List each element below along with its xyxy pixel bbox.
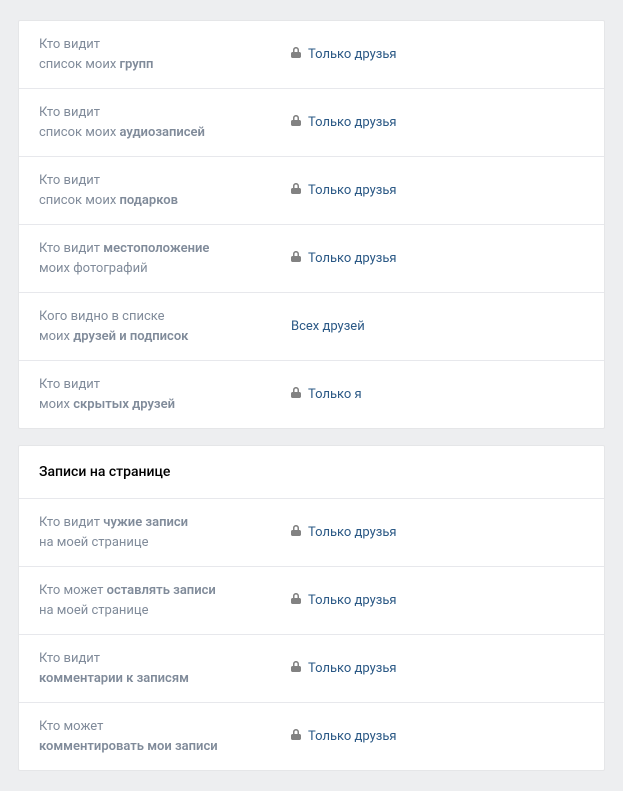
setting-row-friends-list: Кого видно в списке моих друзей и подпис…: [19, 293, 604, 361]
setting-label: Кто видит местоположение моих фотографий: [39, 239, 291, 278]
lock-icon: [291, 387, 301, 402]
label-text: Кто может: [39, 719, 103, 734]
lock-icon: [291, 661, 301, 676]
setting-value-selector[interactable]: Только я: [291, 387, 584, 402]
value-text: Только друзья: [308, 729, 397, 744]
settings-panel-1: Кто видит список моих групп Только друзь…: [18, 20, 605, 429]
value-text: Только друзья: [308, 47, 397, 62]
value-text: Только я: [308, 387, 362, 402]
lock-icon: [291, 525, 301, 540]
lock-icon: [291, 251, 301, 266]
setting-row-location: Кто видит местоположение моих фотографий…: [19, 225, 604, 293]
label-bold: местоположение: [103, 241, 209, 256]
setting-label: Кто видит комментарии к записям: [39, 649, 291, 688]
setting-label: Кто видит список моих групп: [39, 35, 291, 74]
value-text: Только друзья: [308, 661, 397, 676]
setting-row-audio: Кто видит список моих аудиозаписей Тольк…: [19, 89, 604, 157]
lock-icon: [291, 47, 301, 62]
value-text: Всех друзей: [291, 319, 365, 334]
setting-value-selector[interactable]: Только друзья: [291, 183, 584, 198]
label-bold: групп: [120, 57, 154, 72]
setting-value-selector[interactable]: Только друзья: [291, 525, 584, 540]
setting-row-comment-posts: Кто может комментировать мои записи Толь…: [19, 703, 604, 770]
label-text: Кто видит: [39, 377, 100, 392]
lock-icon: [291, 115, 301, 130]
label-text: Кого видно в списке: [39, 309, 165, 324]
setting-row-groups: Кто видит список моих групп Только друзь…: [19, 21, 604, 89]
lock-icon: [291, 183, 301, 198]
setting-row-hidden-friends: Кто видит моих скрытых друзей Только я: [19, 361, 604, 428]
section-gap: [18, 429, 605, 445]
setting-label: Кто может оставлять записи на моей стран…: [39, 581, 291, 620]
setting-value-selector[interactable]: Только друзья: [291, 661, 584, 676]
label-text: Кто может: [39, 583, 107, 598]
settings-container: Кто видит список моих групп Только друзь…: [0, 0, 623, 791]
setting-value-selector[interactable]: Только друзья: [291, 115, 584, 130]
label-bold: оставлять записи: [107, 583, 216, 598]
label-text: Кто видит: [39, 651, 100, 666]
label-bold: аудиозаписей: [120, 125, 205, 140]
value-text: Только друзья: [308, 115, 397, 130]
label-text: моих: [39, 397, 73, 412]
label-text: Кто видит: [39, 241, 103, 256]
lock-icon: [291, 593, 301, 608]
label-bold: подарков: [120, 193, 178, 208]
setting-value-selector[interactable]: Только друзья: [291, 251, 584, 266]
section-header-wall: Записи на странице: [19, 446, 604, 499]
value-text: Только друзья: [308, 251, 397, 266]
label-text: Кто видит: [39, 105, 100, 120]
label-text: на моей странице: [39, 535, 149, 550]
setting-value-selector[interactable]: Всех друзей: [291, 319, 584, 334]
setting-row-others-posts: Кто видит чужие записи на моей странице …: [19, 499, 604, 567]
label-bold: комментировать мои записи: [39, 739, 218, 754]
setting-row-see-comments: Кто видит комментарии к записям Только д…: [19, 635, 604, 703]
setting-label: Кто видит список моих аудиозаписей: [39, 103, 291, 142]
setting-row-gifts: Кто видит список моих подарков Только др…: [19, 157, 604, 225]
setting-label: Кто видит чужие записи на моей странице: [39, 513, 291, 552]
label-text: список моих: [39, 193, 120, 208]
label-bold: чужие записи: [103, 515, 188, 530]
value-text: Только друзья: [308, 525, 397, 540]
label-text: Кто видит: [39, 37, 100, 52]
setting-label: Кто может комментировать мои записи: [39, 717, 291, 756]
label-text: Кто видит: [39, 173, 100, 188]
label-text: моих фотографий: [39, 261, 148, 276]
value-text: Только друзья: [308, 183, 397, 198]
label-text: список моих: [39, 125, 120, 140]
label-text: Кто видит: [39, 515, 103, 530]
lock-icon: [291, 729, 301, 744]
label-text: моих: [39, 329, 73, 344]
label-text: список моих: [39, 57, 120, 72]
setting-label: Кто видит список моих подарков: [39, 171, 291, 210]
label-bold: комментарии к записям: [39, 671, 189, 686]
label-bold: скрытых друзей: [73, 397, 175, 412]
setting-label: Кого видно в списке моих друзей и подпис…: [39, 307, 291, 346]
setting-row-leave-posts: Кто может оставлять записи на моей стран…: [19, 567, 604, 635]
setting-value-selector[interactable]: Только друзья: [291, 47, 584, 62]
setting-value-selector[interactable]: Только друзья: [291, 593, 584, 608]
setting-label: Кто видит моих скрытых друзей: [39, 375, 291, 414]
label-text: на моей странице: [39, 603, 149, 618]
setting-value-selector[interactable]: Только друзья: [291, 729, 584, 744]
settings-panel-2: Записи на странице Кто видит чужие запис…: [18, 445, 605, 771]
value-text: Только друзья: [308, 593, 397, 608]
label-bold: друзей и подписок: [73, 329, 188, 344]
